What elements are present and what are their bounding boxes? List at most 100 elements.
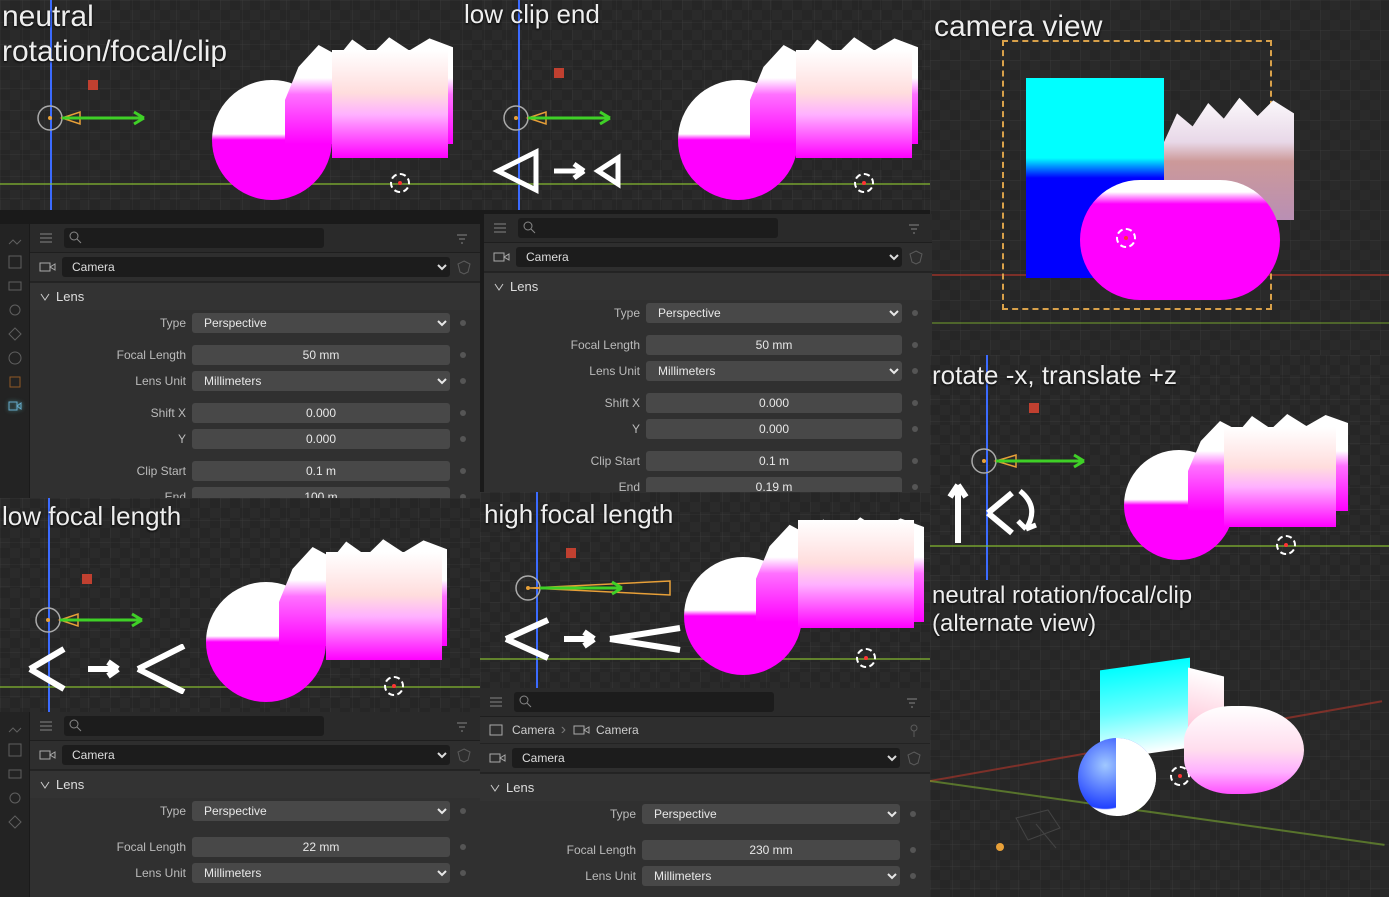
output-icon[interactable]: [7, 278, 23, 294]
field-focal-length[interactable]: [646, 335, 902, 355]
search-icon: [69, 719, 83, 733]
properties-tab-column[interactable]: [0, 712, 30, 897]
properties-tab-column[interactable]: [0, 224, 30, 498]
section-label: Lens: [56, 777, 84, 792]
datablock-select[interactable]: Camera: [62, 745, 450, 765]
breadcrumb-object[interactable]: Camera: [512, 723, 555, 737]
header-bar: [30, 224, 480, 253]
search-icon: [523, 221, 537, 235]
datablock-select[interactable]: Camera: [62, 257, 450, 277]
field-lens-unit[interactable]: Millimeters: [646, 361, 902, 381]
fake-user-icon[interactable]: [456, 259, 472, 275]
options-icon[interactable]: [492, 221, 510, 235]
disclosure-down-icon: [40, 292, 50, 302]
field-type[interactable]: Perspective: [646, 303, 902, 323]
search-input[interactable]: [514, 692, 774, 712]
viewlayer-icon[interactable]: [7, 790, 23, 806]
camera-icon: [488, 751, 506, 765]
field-shift-x[interactable]: [646, 393, 902, 413]
viewport-high-focal[interactable]: high focal length: [480, 492, 930, 690]
tool-icon[interactable]: [7, 230, 23, 246]
viewport-rotate-translate[interactable]: rotate -x, translate +z: [930, 355, 1389, 580]
field-focal-length[interactable]: [192, 345, 450, 365]
field-shift-y[interactable]: [646, 419, 902, 439]
camera-icon: [38, 104, 148, 132]
label-clip-start: Clip Start: [40, 464, 186, 478]
caption-low-focal: low focal length: [2, 502, 181, 532]
filter-icon[interactable]: [904, 695, 922, 709]
breadcrumb-bar: Camera: [30, 253, 480, 282]
disclosure-down-icon: [490, 783, 500, 793]
viewport-alt-view[interactable]: neutral rotation/focal/clip (alternate v…: [930, 580, 1389, 897]
properties-panel-high-focal[interactable]: Camera › Camera Camera Lens TypePerspect…: [480, 688, 930, 897]
field-focal-length[interactable]: [192, 837, 450, 857]
lens-section-header[interactable]: Lens: [484, 272, 932, 300]
label-focal-length: Focal Length: [40, 348, 186, 362]
field-lens-unit[interactable]: Millimeters: [192, 371, 450, 391]
breadcrumb-data[interactable]: Camera: [596, 723, 639, 737]
field-shift-x[interactable]: [192, 403, 450, 423]
disclosure-down-icon: [40, 780, 50, 790]
search-input[interactable]: [64, 716, 324, 736]
field-focal-length[interactable]: [642, 840, 900, 860]
search-icon: [519, 695, 533, 709]
caption-high-focal: high focal length: [484, 500, 673, 530]
fake-user-icon[interactable]: [456, 747, 472, 763]
camera-icon: [36, 606, 146, 634]
options-icon[interactable]: [488, 695, 506, 709]
tool-icon[interactable]: [7, 718, 23, 734]
object-icon[interactable]: [7, 374, 23, 390]
search-input[interactable]: [518, 218, 778, 238]
options-icon[interactable]: [38, 231, 56, 245]
viewport-low-clip[interactable]: low clip end: [462, 0, 930, 210]
viewport-camera-view[interactable]: camera view: [930, 0, 1389, 355]
field-type[interactable]: Perspective: [192, 313, 450, 333]
filter-icon[interactable]: [454, 719, 472, 733]
annotation-rotate-translate: [940, 471, 1050, 549]
annotation-narrow-fov: [500, 614, 690, 664]
section-label: Lens: [510, 279, 538, 294]
viewport-neutral[interactable]: neutral rotation/focal/clip: [0, 0, 462, 210]
output-icon[interactable]: [7, 766, 23, 782]
caption-alt-view: neutral rotation/focal/clip (alternate v…: [932, 582, 1192, 637]
scene-icon[interactable]: [7, 814, 23, 830]
field-clip-start[interactable]: [646, 451, 902, 471]
caption-rotate-translate: rotate -x, translate +z: [932, 361, 1177, 391]
filter-icon[interactable]: [454, 231, 472, 245]
pin-icon[interactable]: [906, 722, 922, 738]
field-type[interactable]: Perspective: [642, 804, 900, 824]
scene-icon[interactable]: [7, 326, 23, 342]
breadcrumb-bar: Camera › Camera: [480, 717, 930, 744]
properties-panel-low-clip[interactable]: Camera Lens TypePerspective Focal Length…: [484, 214, 932, 492]
caption-camera-view: camera view: [934, 10, 1102, 45]
filter-icon[interactable]: [906, 221, 924, 235]
lens-section-header[interactable]: Lens: [30, 770, 480, 798]
world-icon[interactable]: [7, 350, 23, 366]
field-shift-y[interactable]: [192, 429, 450, 449]
label-type: Type: [40, 316, 186, 330]
render-icon[interactable]: [7, 254, 23, 270]
caption-low-clip: low clip end: [464, 0, 600, 30]
lens-section-header[interactable]: Lens: [30, 282, 480, 310]
datablock-select[interactable]: Camera: [516, 247, 902, 267]
lens-section-header[interactable]: Lens: [480, 773, 930, 801]
field-lens-unit[interactable]: Millimeters: [192, 863, 450, 883]
fake-user-icon[interactable]: [908, 249, 924, 265]
datablock-select[interactable]: Camera: [512, 748, 900, 768]
field-type[interactable]: Perspective: [192, 801, 450, 821]
fake-user-icon[interactable]: [906, 750, 922, 766]
properties-panel-neutral[interactable]: Camera Lens Type Perspective Focal Length…: [0, 224, 480, 498]
label-lens-unit: Lens Unit: [40, 374, 186, 388]
viewlayer-icon[interactable]: [7, 302, 23, 318]
options-icon[interactable]: [38, 719, 56, 733]
camera-icon: [516, 574, 676, 602]
camera-data-icon[interactable]: [7, 398, 23, 414]
viewport-low-focal[interactable]: low focal length: [0, 498, 480, 712]
field-clip-start[interactable]: [192, 461, 450, 481]
search-input[interactable]: [64, 228, 324, 248]
render-icon[interactable]: [7, 742, 23, 758]
properties-panel-low-focal[interactable]: Camera Lens TypePerspective Focal Length…: [0, 712, 480, 897]
field-lens-unit[interactable]: Millimeters: [642, 866, 900, 886]
object-icon: [488, 723, 506, 737]
annotation-widen-fov: [24, 644, 194, 694]
